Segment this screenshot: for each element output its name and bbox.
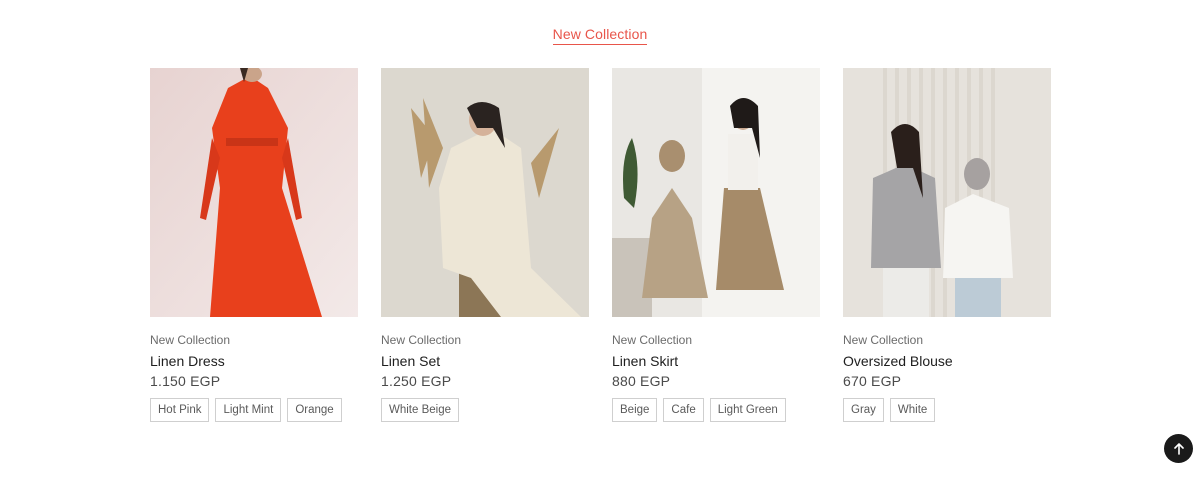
color-option[interactable]: Cafe — [663, 398, 704, 422]
section-title[interactable]: New Collection — [552, 26, 648, 45]
color-option[interactable]: Hot Pink — [150, 398, 210, 422]
color-option[interactable]: Light Green — [709, 398, 786, 422]
color-option[interactable]: Gray — [843, 398, 884, 422]
product-collection: New Collection — [843, 333, 924, 347]
color-options: Hot Pink Light Mint Orange — [150, 398, 358, 422]
product-price: 670 EGP — [843, 373, 902, 389]
product-card[interactable]: New Collection Linen Dress 1.150 EGP Hot… — [150, 68, 358, 422]
product-image[interactable] — [843, 68, 1051, 317]
product-image[interactable] — [612, 68, 820, 317]
arrow-up-icon — [1173, 442, 1184, 455]
product-card[interactable]: New Collection Linen Skirt 880 EGP Beige… — [612, 68, 820, 422]
product-price: 1.150 EGP — [150, 373, 221, 389]
product-name[interactable]: Linen Set — [381, 353, 589, 369]
product-card[interactable]: New Collection Oversized Blouse 670 EGP … — [843, 68, 1051, 422]
color-option[interactable]: White — [889, 398, 936, 422]
product-price: 1.250 EGP — [381, 373, 452, 389]
product-image[interactable] — [381, 68, 589, 317]
product-name[interactable]: Linen Dress — [150, 353, 358, 369]
product-name[interactable]: Linen Skirt — [612, 353, 820, 369]
product-price: 880 EGP — [612, 373, 671, 389]
product-card[interactable]: New Collection Linen Set 1.250 EGP White… — [381, 68, 589, 422]
color-option[interactable]: Light Mint — [215, 398, 282, 422]
color-option[interactable]: Beige — [612, 398, 658, 422]
color-options: Beige Cafe Light Green — [612, 398, 820, 422]
product-collection: New Collection — [381, 333, 462, 347]
product-collection: New Collection — [150, 333, 231, 347]
color-options: Gray White — [843, 398, 1051, 422]
back-to-top-button[interactable] — [1164, 434, 1193, 463]
product-collection: New Collection — [612, 333, 693, 347]
section-header: New Collection — [0, 26, 1200, 45]
product-grid: New Collection Linen Dress 1.150 EGP Hot… — [150, 68, 1051, 422]
color-option[interactable]: Orange — [287, 398, 342, 422]
color-option[interactable]: White Beige — [381, 398, 460, 422]
color-options: White Beige — [381, 398, 589, 422]
product-name[interactable]: Oversized Blouse — [843, 353, 1051, 369]
product-image[interactable] — [150, 68, 358, 317]
